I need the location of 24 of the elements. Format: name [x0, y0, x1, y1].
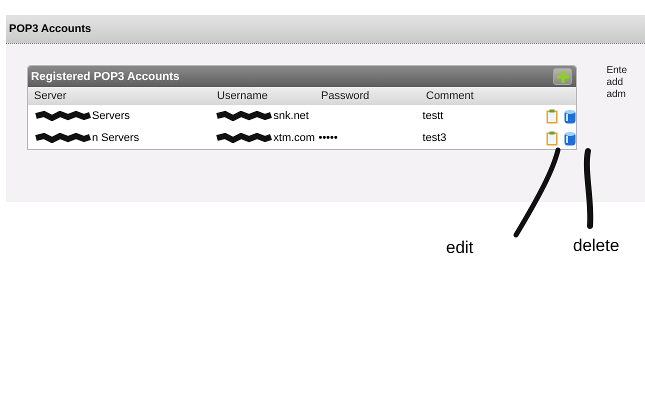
- table-cell: testt: [422, 110, 444, 122]
- annotation-label: edit: [446, 238, 474, 258]
- edit-button[interactable]: [546, 108, 558, 124]
- note-text: add: [606, 77, 624, 89]
- table-cell: test3: [422, 132, 446, 144]
- table-cell: Servers: [92, 110, 130, 122]
- delete-button[interactable]: [564, 108, 576, 124]
- delete-button[interactable]: [564, 130, 576, 146]
- panel-title: POP3 Accounts: [9, 23, 92, 35]
- plus-icon: [556, 70, 569, 82]
- column-header: Server: [33, 90, 68, 102]
- table-cell: xtm.com: [273, 132, 315, 144]
- table-title: Registered POP3 Accounts: [31, 70, 180, 82]
- column-header: Username: [217, 90, 269, 102]
- note-text: Ente: [606, 65, 628, 77]
- column-header: Password: [321, 90, 370, 102]
- add-button[interactable]: [553, 68, 572, 85]
- table-cell: n Servers: [92, 132, 140, 144]
- table-cell: snk.net: [273, 110, 309, 122]
- table-cell: •••••: [318, 132, 338, 144]
- note-text: adm: [606, 89, 627, 101]
- annotation-label: delete: [573, 236, 620, 256]
- edit-button[interactable]: [546, 130, 558, 146]
- column-header: Comment: [426, 90, 475, 102]
